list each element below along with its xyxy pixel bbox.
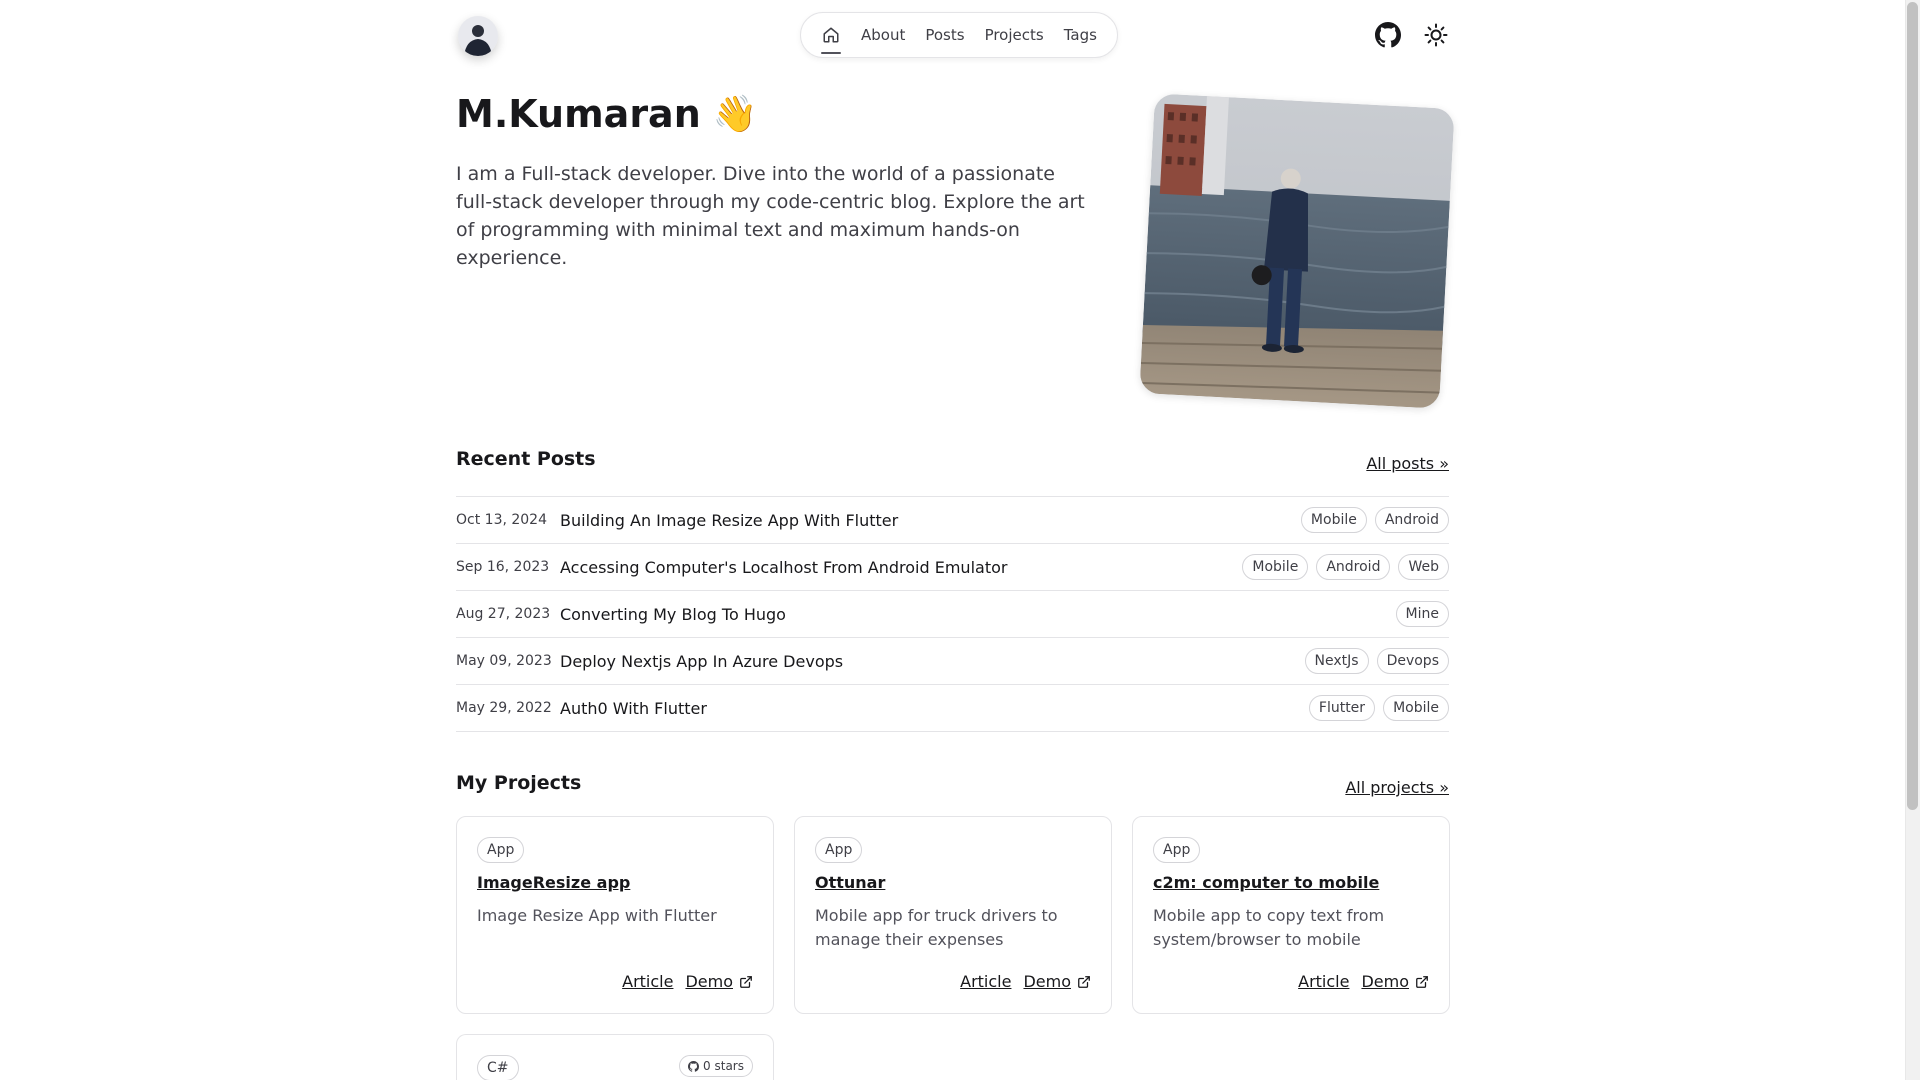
post-row: May 29, 2022 Auth0 With Flutter Flutter …	[456, 685, 1449, 732]
recent-posts-title: Recent Posts	[456, 448, 596, 470]
theme-toggle-button[interactable]	[1423, 22, 1449, 48]
demo-link[interactable]: Demo	[685, 972, 753, 991]
wave-emoji: 👋	[712, 94, 758, 135]
page-container: About Posts Projects Tags M.Kumaran 👋 I …	[456, 0, 1455, 1080]
post-tags: NextJs Devops	[1304, 648, 1449, 674]
sun-icon	[1424, 23, 1448, 47]
hero-description: I am a Full-stack developer. Dive into t…	[456, 163, 1085, 269]
main-nav: About Posts Projects Tags	[800, 12, 1118, 58]
post-row: Aug 27, 2023 Converting My Blog To Hugo …	[456, 591, 1449, 638]
tag-chip[interactable]: Mobile	[1300, 507, 1367, 533]
post-title-link[interactable]: Converting My Blog To Hugo	[560, 605, 1396, 624]
project-title-link[interactable]: c2m: computer to mobile	[1153, 873, 1429, 892]
project-card: App Ottunar Mobile app for truck drivers…	[794, 816, 1112, 1014]
tag-chip[interactable]: Web	[1398, 554, 1449, 580]
project-description: Mobile app to copy text from system/brow…	[1153, 906, 1385, 949]
post-tags: Mine	[1395, 601, 1449, 627]
project-title-link[interactable]: Ottunar	[815, 873, 1091, 892]
article-link[interactable]: Article	[960, 972, 1011, 991]
tag-chip[interactable]: Flutter	[1308, 695, 1376, 721]
demo-link[interactable]: Demo	[1023, 972, 1091, 991]
post-row: May 09, 2023 Deploy Nextjs App In Azure …	[456, 638, 1449, 685]
post-date: Aug 27, 2023	[456, 606, 551, 622]
project-badge: App	[1153, 837, 1201, 863]
project-description: Mobile app for truck drivers to manage t…	[815, 906, 1058, 949]
avatar[interactable]	[458, 16, 498, 56]
waterfront-photo	[1139, 93, 1455, 409]
github-icon	[688, 1060, 700, 1072]
posts-list: Oct 13, 2024 Building An Image Resize Ap…	[456, 496, 1449, 732]
post-date: May 09, 2023	[456, 653, 552, 669]
post-date: Sep 16, 2023	[456, 559, 550, 575]
hero-name: M.Kumaran	[456, 92, 701, 136]
tag-chip[interactable]: Devops	[1376, 648, 1449, 674]
post-title-link[interactable]: Building An Image Resize App With Flutte…	[560, 511, 1301, 530]
post-row: Sep 16, 2023 Accessing Computer's Localh…	[456, 544, 1449, 591]
tag-chip[interactable]: Mobile	[1242, 554, 1309, 580]
project-cards: App ImageResize app Image Resize App wit…	[456, 816, 1450, 1080]
post-row: Oct 13, 2024 Building An Image Resize Ap…	[456, 497, 1449, 544]
post-date: Oct 13, 2024	[456, 512, 547, 528]
profile-photo	[1139, 93, 1455, 409]
project-title-link[interactable]: ImageResize app	[477, 873, 753, 892]
post-date: May 29, 2022	[456, 700, 552, 716]
projects-section: My Projects All projects » App ImageResi…	[456, 772, 1450, 1080]
external-link-icon	[1078, 975, 1090, 988]
tag-chip[interactable]: Android	[1374, 507, 1449, 533]
nav-tags[interactable]: Tags	[1064, 26, 1097, 44]
article-link[interactable]: Article	[1298, 972, 1349, 991]
tag-chip[interactable]: Android	[1316, 554, 1391, 580]
all-projects-link[interactable]: All projects »	[1345, 778, 1449, 797]
article-link[interactable]: Article	[622, 972, 673, 991]
demo-link[interactable]: Demo	[1361, 972, 1429, 991]
nav-about[interactable]: About	[861, 26, 905, 44]
project-badge: App	[815, 837, 863, 863]
header-actions	[1375, 22, 1449, 48]
nav-projects[interactable]: Projects	[985, 26, 1044, 44]
tag-chip[interactable]: NextJs	[1304, 648, 1369, 674]
project-card: App ImageResize app Image Resize App wit…	[456, 816, 774, 1014]
tag-chip[interactable]: Mine	[1395, 601, 1449, 627]
scrollbar-thumb[interactable]	[1907, 2, 1918, 810]
external-link-icon	[740, 975, 752, 988]
nav-home[interactable]	[821, 25, 841, 54]
github-icon	[1375, 22, 1401, 48]
stars-count: 0 stars	[703, 1059, 744, 1073]
post-tags: Mobile Android Web	[1242, 554, 1449, 580]
avatar-person-icon	[458, 16, 498, 56]
hero-title: M.Kumaran 👋	[456, 92, 758, 136]
scrollbar-track[interactable]	[1905, 0, 1920, 1080]
home-icon	[823, 27, 839, 43]
recent-posts-section: Recent Posts All posts » Oct 13, 2024 Bu…	[456, 448, 1449, 732]
github-button[interactable]	[1375, 22, 1401, 48]
post-tags: Flutter Mobile	[1308, 695, 1449, 721]
post-title-link[interactable]: Deploy Nextjs App In Azure Devops	[560, 652, 1305, 671]
project-description: Image Resize App with Flutter	[477, 906, 717, 925]
projects-title: My Projects	[456, 772, 582, 794]
project-card: App c2m: computer to mobile Mobile app t…	[1132, 816, 1450, 1014]
github-stars-badge[interactable]: 0 stars	[679, 1055, 753, 1077]
tag-chip[interactable]: Mobile	[1383, 695, 1449, 721]
all-posts-link[interactable]: All posts »	[1366, 454, 1449, 473]
project-card: C# 0 stars	[456, 1034, 774, 1080]
post-tags: Mobile Android	[1300, 507, 1449, 533]
post-title-link[interactable]: Auth0 With Flutter	[560, 699, 1309, 718]
external-link-icon	[1416, 975, 1428, 988]
post-title-link[interactable]: Accessing Computer's Localhost From Andr…	[560, 558, 1242, 577]
nav-posts[interactable]: Posts	[925, 26, 964, 44]
project-badge: App	[477, 837, 525, 863]
project-badge: C#	[477, 1055, 519, 1080]
site-header: About Posts Projects Tags	[456, 0, 1449, 72]
